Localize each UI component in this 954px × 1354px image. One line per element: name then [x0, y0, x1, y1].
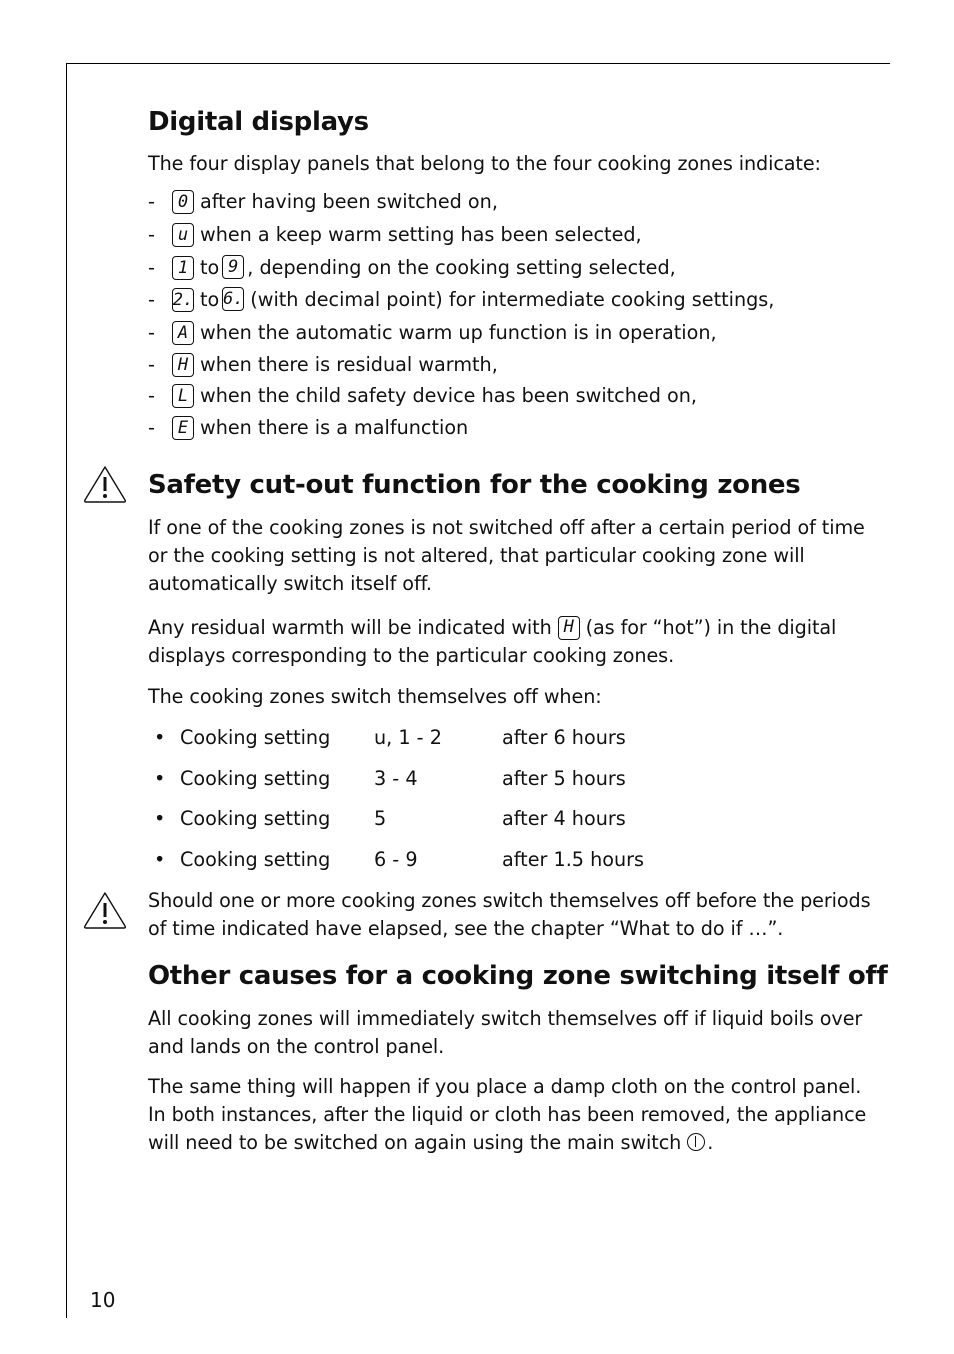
- heading-safety-cutout: Safety cut-out function for the cooking …: [148, 470, 801, 500]
- page-frame-left-rule: [66, 63, 67, 1318]
- page-frame-top-rule: [66, 63, 890, 64]
- other-causes-paragraph-1: All cooking zones will immediately switc…: [148, 1007, 863, 1058]
- display-symbol-icon: 6.: [222, 287, 245, 311]
- heading-digital-displays: Digital displays: [148, 107, 369, 137]
- list-item: - E when there is a malfunction: [148, 416, 469, 440]
- display-symbol-icon: E: [172, 416, 194, 440]
- list-item: - H when there is residual warmth,: [148, 353, 498, 377]
- other-causes-paragraph-2: The same thing will happen if you place …: [148, 1075, 867, 1154]
- power-switch-icon: [687, 1133, 706, 1151]
- display-symbol-icon: u: [172, 223, 194, 247]
- list-item: - 0 after having been switched on,: [148, 190, 498, 214]
- list-item: - 1 to 9 , depending on the cooking sett…: [148, 255, 676, 280]
- list-item: - 2. to 6. (with decimal point) for inte…: [148, 287, 775, 312]
- switch-off-intro: The cooking zones switch themselves off …: [148, 685, 602, 708]
- safety-cutout-paragraph: If one of the cooking zones is not switc…: [148, 516, 865, 595]
- display-symbol-icon: H: [557, 615, 580, 640]
- display-symbol-icon: 1: [172, 256, 194, 280]
- list-item: - L when the child safety device has bee…: [148, 384, 697, 408]
- list-item: - u when a keep warm setting has been se…: [148, 223, 642, 247]
- display-symbol-icon: A: [172, 321, 194, 345]
- warning-triangle-icon: [83, 892, 127, 929]
- page-number: 10: [90, 1288, 116, 1312]
- display-symbol-icon: H: [172, 353, 194, 377]
- display-symbol-icon: 2.: [172, 288, 194, 312]
- display-symbol-icon: 0: [172, 190, 194, 214]
- residual-warmth-paragraph: Any residual warmth will be indicated wi…: [148, 615, 837, 667]
- heading-other-causes: Other causes for a cooking zone switchin…: [148, 961, 888, 991]
- display-symbol-icon: L: [172, 384, 194, 408]
- display-symbol-icon: 9: [222, 255, 245, 279]
- warning-note: Should one or more cooking zones switch …: [148, 889, 871, 940]
- list-item: - A when the automatic warm up function …: [148, 321, 717, 345]
- digital-displays-intro: The four display panels that belong to t…: [148, 152, 821, 175]
- warning-triangle-icon: [83, 466, 127, 503]
